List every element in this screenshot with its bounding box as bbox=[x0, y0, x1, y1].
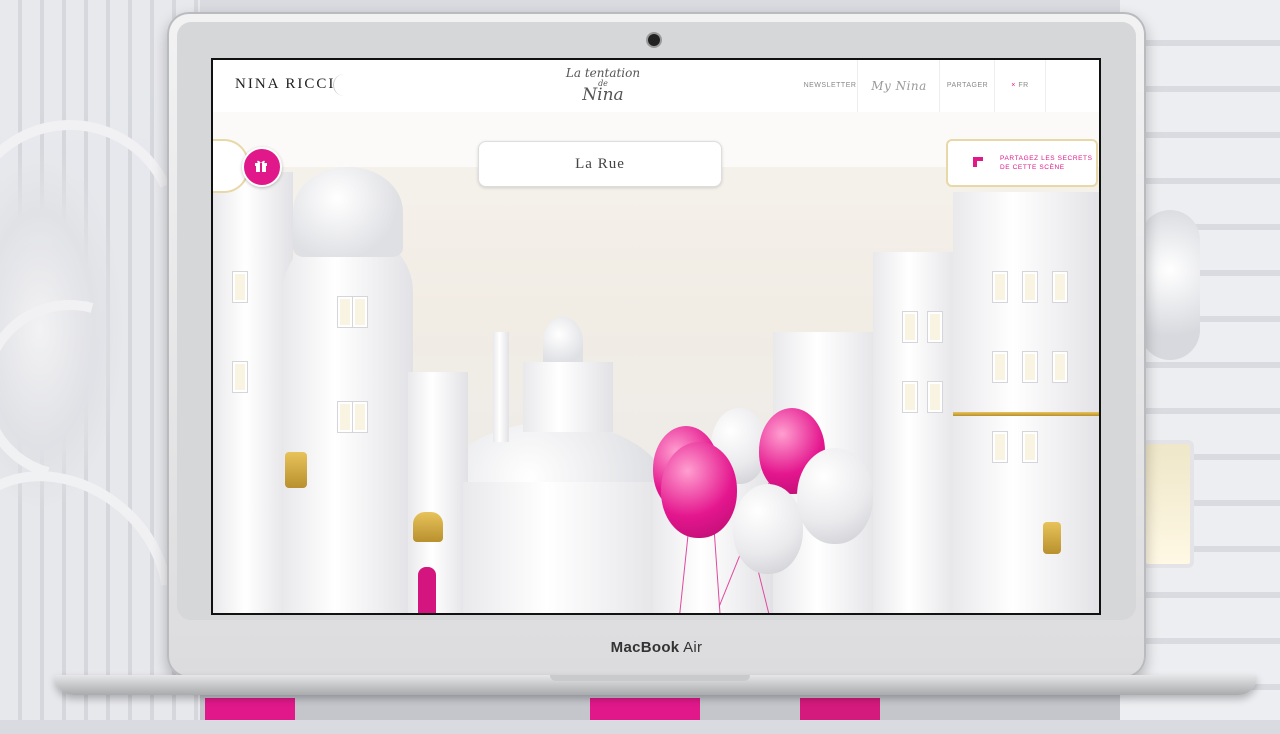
tentation-line3: Nina bbox=[582, 85, 624, 105]
language-label: FR bbox=[1018, 82, 1029, 89]
scene-title-plaque: La Rue bbox=[478, 141, 722, 187]
kiosk-dome bbox=[413, 512, 443, 542]
white-balloon bbox=[733, 484, 803, 574]
gift-icon bbox=[255, 160, 267, 172]
website-screen: NINA RICCI La tentation de Nina NEWSLETT… bbox=[211, 58, 1101, 615]
building-left-edge bbox=[213, 172, 293, 613]
window bbox=[903, 312, 917, 342]
nav-newsletter[interactable]: NEWSLETTER bbox=[803, 60, 857, 112]
window bbox=[353, 402, 367, 432]
gift-button[interactable] bbox=[242, 147, 282, 187]
share-secrets-button[interactable]: PARTAGEZ LES SECRETS DE CETTE SCÈNE bbox=[946, 139, 1098, 187]
laptop-notch bbox=[550, 675, 750, 681]
pink-box bbox=[590, 698, 700, 720]
nav-my-nina[interactable]: My Nina bbox=[857, 60, 940, 112]
laptop-base bbox=[55, 675, 1257, 695]
brand-bold: MacBook bbox=[610, 639, 680, 656]
window bbox=[1053, 352, 1067, 382]
basilica bbox=[523, 362, 613, 432]
building-right-2 bbox=[873, 252, 963, 613]
la-tentation-de-nina-logo[interactable]: La tentation de Nina bbox=[563, 66, 643, 105]
street-lamp-left bbox=[285, 452, 307, 488]
window bbox=[1023, 272, 1037, 302]
pink-figure bbox=[418, 567, 436, 613]
window bbox=[1053, 272, 1067, 302]
window bbox=[928, 312, 942, 342]
scene-title: La Rue bbox=[575, 156, 625, 172]
pink-balloon bbox=[661, 442, 737, 538]
window bbox=[993, 352, 1007, 382]
gold-trim bbox=[953, 412, 1099, 416]
window bbox=[338, 402, 352, 432]
window bbox=[1023, 432, 1037, 462]
brand-light: Air bbox=[683, 639, 703, 656]
basilica-dome bbox=[543, 317, 583, 367]
nina-ricci-logo[interactable]: NINA RICCI bbox=[235, 76, 335, 93]
share-line2: DE CETTE SCÈNE bbox=[1000, 164, 1065, 171]
distant-buildings bbox=[463, 482, 673, 613]
window bbox=[903, 382, 917, 412]
window bbox=[928, 382, 942, 412]
share-text: PARTAGEZ LES SECRETS DE CETTE SCÈNE bbox=[1000, 154, 1093, 172]
macbook-label: MacBook Air bbox=[167, 639, 1146, 656]
building-right-3 bbox=[953, 192, 1099, 613]
ornament bbox=[1140, 210, 1200, 360]
street-lamp bbox=[1142, 440, 1194, 568]
bell-tower bbox=[493, 332, 509, 442]
street-scene bbox=[213, 112, 1099, 613]
window bbox=[233, 362, 247, 392]
pink-box bbox=[205, 698, 295, 720]
window bbox=[1023, 352, 1037, 382]
window bbox=[353, 297, 367, 327]
share-line1: PARTAGEZ LES SECRETS bbox=[1000, 155, 1093, 162]
white-balloon bbox=[797, 448, 873, 544]
window bbox=[993, 272, 1007, 302]
pink-box bbox=[800, 698, 880, 720]
window bbox=[993, 432, 1007, 462]
site-header: NINA RICCI La tentation de Nina NEWSLETT… bbox=[213, 60, 1099, 113]
street-lamp-right bbox=[1043, 522, 1061, 554]
window bbox=[233, 272, 247, 302]
language-selector[interactable]: × FR bbox=[994, 60, 1046, 112]
close-icon: × bbox=[1011, 82, 1016, 89]
building-left-dome bbox=[293, 167, 403, 257]
nav-partager[interactable]: PARTAGER bbox=[939, 60, 995, 112]
window bbox=[338, 297, 352, 327]
building-left-low bbox=[408, 372, 468, 613]
camera-icon bbox=[648, 34, 660, 46]
share-icon bbox=[973, 157, 983, 167]
tentation-line1: La tentation bbox=[565, 66, 641, 80]
